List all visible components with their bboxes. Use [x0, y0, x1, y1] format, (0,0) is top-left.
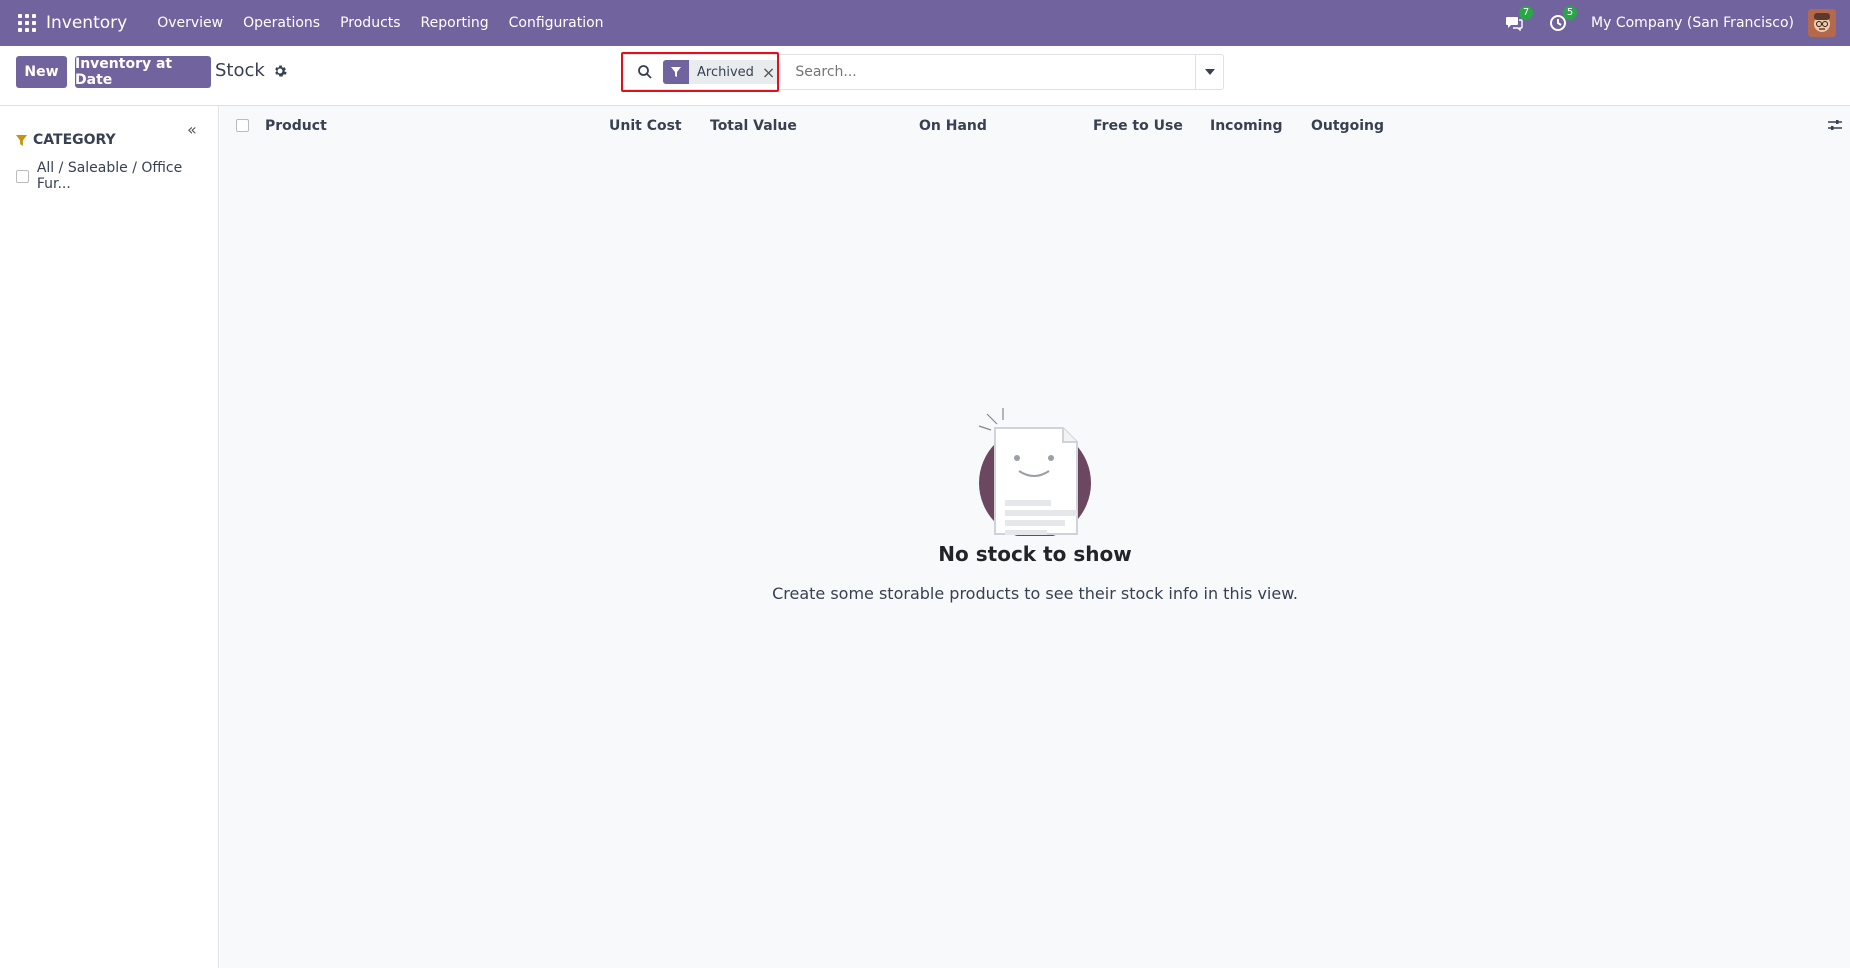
facet-remove-icon[interactable]: ×	[762, 63, 781, 82]
column-free-to-use[interactable]: Free to Use	[1093, 118, 1183, 134]
facet-label: Archived	[697, 64, 754, 80]
page-title: Stock	[215, 60, 265, 81]
apps-menu-icon[interactable]	[18, 14, 36, 32]
empty-state: No stock to show Create some storable pr…	[220, 406, 1850, 603]
category-header: CATEGORY	[16, 132, 116, 148]
category-sidebar: « CATEGORY All / Saleable / Office Fur..…	[0, 106, 219, 968]
list-view: Product Unit Cost Total Value On Hand Fr…	[220, 106, 1850, 968]
filter-icon	[663, 60, 689, 84]
navbar-systray: 7 5 My Company (San Francisco)	[1503, 0, 1850, 46]
column-product[interactable]: Product	[265, 118, 327, 134]
column-total-value[interactable]: Total Value	[710, 118, 797, 134]
activities-clock-icon[interactable]: 5	[1547, 6, 1578, 34]
empty-title: No stock to show	[938, 542, 1132, 566]
category-title: CATEGORY	[33, 132, 116, 148]
category-item[interactable]: All / Saleable / Office Fur...	[16, 160, 218, 192]
table-header: Product Unit Cost Total Value On Hand Fr…	[220, 106, 1850, 146]
menu-products[interactable]: Products	[340, 15, 400, 31]
top-navbar: Inventory Overview Operations Products R…	[0, 0, 1850, 46]
menu-configuration[interactable]: Configuration	[509, 15, 604, 31]
messages-icon[interactable]: 7	[1503, 6, 1534, 34]
inventory-at-date-button[interactable]: Inventory at Date	[75, 56, 211, 88]
collapse-sidebar-icon[interactable]: «	[187, 120, 197, 139]
search-bar: Archived ×	[622, 54, 1224, 90]
activities-badge: 5	[1563, 6, 1578, 20]
search-options-toggle[interactable]	[1195, 55, 1223, 89]
filter-icon	[16, 134, 27, 146]
gear-icon[interactable]	[273, 64, 287, 78]
menu-reporting[interactable]: Reporting	[421, 15, 489, 31]
optional-columns-icon[interactable]	[1828, 118, 1842, 132]
column-incoming[interactable]: Incoming	[1210, 118, 1282, 134]
category-item-label: All / Saleable / Office Fur...	[36, 160, 183, 192]
empty-document-illustration	[978, 408, 1091, 536]
column-on-hand[interactable]: On Hand	[919, 118, 987, 134]
new-button[interactable]: New	[16, 56, 67, 88]
messages-badge: 7	[1519, 6, 1534, 20]
empty-description: Create some storable products to see the…	[772, 584, 1298, 603]
caret-down-icon	[1204, 69, 1215, 75]
user-avatar[interactable]	[1808, 9, 1836, 37]
breadcrumb: Stock	[215, 60, 287, 81]
archived-filter-facet: Archived ×	[663, 60, 782, 84]
menu-overview[interactable]: Overview	[157, 15, 223, 31]
column-unit-cost[interactable]: Unit Cost	[609, 118, 682, 134]
select-all-checkbox[interactable]	[236, 119, 249, 132]
menu-operations[interactable]: Operations	[243, 15, 320, 31]
search-icon	[638, 65, 652, 79]
category-checkbox[interactable]	[16, 169, 29, 183]
control-panel: New Inventory at Date Stock Archived ×	[0, 46, 1850, 106]
app-title[interactable]: Inventory	[46, 13, 127, 33]
search-input[interactable]	[795, 64, 1196, 80]
company-switcher[interactable]: My Company (San Francisco)	[1591, 15, 1794, 31]
column-outgoing[interactable]: Outgoing	[1311, 118, 1384, 134]
